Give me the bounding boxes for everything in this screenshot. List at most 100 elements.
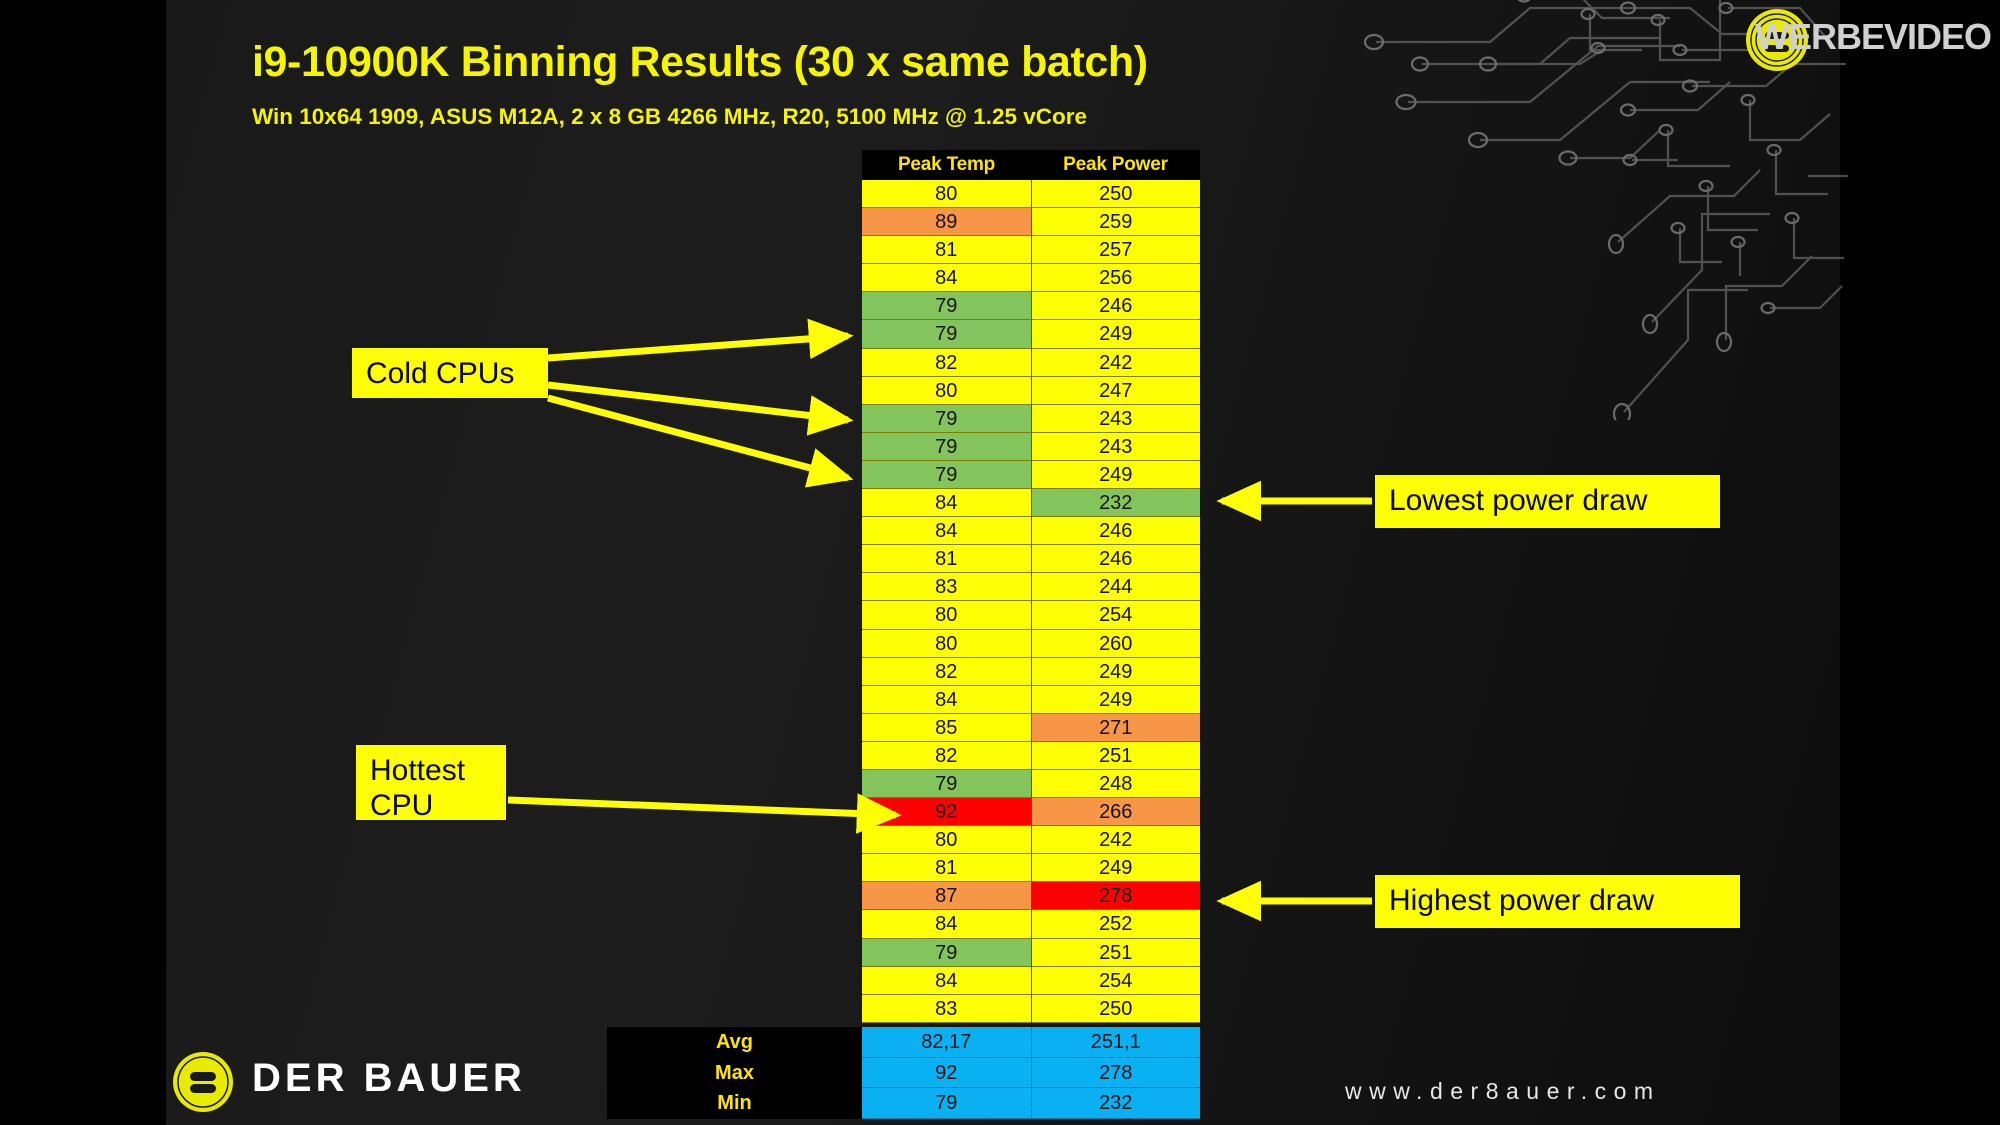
cell-peak-temp: 80: [862, 601, 1032, 630]
cell-peak-power: 260: [1031, 629, 1200, 658]
table-row: 82 242: [862, 348, 1200, 377]
cell-peak-power: 249: [1031, 685, 1200, 714]
table-row: 79 243: [862, 432, 1200, 461]
cell-peak-temp: 79: [862, 292, 1032, 321]
column-header-peak-power: Peak Power: [1063, 154, 1168, 175]
cell-peak-power: 243: [1031, 432, 1200, 461]
cell-peak-temp: 79: [862, 432, 1032, 461]
table-row: 80 254: [862, 601, 1200, 630]
table-row: 87 278: [862, 882, 1200, 911]
table-row: 80 242: [862, 826, 1200, 855]
cell-peak-power: 249: [1031, 320, 1200, 349]
summary-peak-temp: 92: [862, 1057, 1032, 1088]
cell-peak-temp: 84: [862, 517, 1032, 546]
summary-table: Avg 82,17 251,1 Max 92 278 Min 79 232: [607, 1027, 1200, 1119]
table-row: 79 249: [862, 320, 1200, 349]
table-row: 84 252: [862, 910, 1200, 939]
cell-peak-power: 254: [1031, 966, 1200, 995]
callout-highest-power-draw: Highest power draw: [1375, 875, 1740, 928]
cell-peak-power: 248: [1031, 769, 1200, 799]
slide-root: i9-10900K Binning Results (30 x same bat…: [0, 0, 2000, 1125]
callout-lowest-power-draw: Lowest power draw: [1375, 475, 1720, 528]
derbauer-logo-icon: [173, 1052, 233, 1112]
table-row: 81 257: [862, 236, 1200, 265]
cell-peak-temp: 80: [862, 180, 1032, 209]
table-row: 80 260: [862, 629, 1200, 658]
table-row: 84 254: [862, 966, 1200, 995]
table-header-row: Peak Temp Peak Power: [862, 150, 1200, 180]
table-row: 79 246: [862, 292, 1200, 321]
callout-hottest-cpu: Hottest CPU: [356, 745, 506, 823]
table-row: 84 232: [862, 489, 1200, 518]
summary-label: Max: [607, 1057, 862, 1088]
cell-peak-temp: 79: [862, 404, 1032, 433]
summary-label: Avg: [607, 1027, 862, 1058]
table-row: 92 266: [862, 798, 1200, 827]
summary-row: Max 92 278: [607, 1057, 1200, 1088]
callout-cold-cpus: Cold CPUs: [352, 348, 548, 398]
table-row: 85 271: [862, 713, 1200, 742]
cell-peak-power: 244: [1031, 573, 1200, 602]
table-row: 83 250: [862, 994, 1200, 1023]
table-row: 89 259: [862, 208, 1200, 237]
page-title: i9-10900K Binning Results (30 x same bat…: [252, 38, 1148, 86]
cell-peak-power: 256: [1031, 264, 1200, 293]
cell-peak-temp: 81: [862, 545, 1032, 574]
cell-peak-temp: 82: [862, 657, 1032, 686]
summary-peak-power: 251,1: [1031, 1027, 1200, 1058]
table-body: 80 250 89 259 81 257 84 256 79 246 79 249 82 242 80 247…: [862, 180, 1200, 1023]
cell-peak-power: 249: [1031, 460, 1200, 490]
cell-peak-power: 251: [1031, 741, 1200, 770]
cell-peak-temp: 84: [862, 264, 1032, 293]
summary-row: Avg 82,17 251,1: [607, 1027, 1200, 1058]
cell-peak-temp: 80: [862, 376, 1032, 405]
cell-peak-temp: 83: [862, 573, 1032, 602]
derbauer-logo-text: DER BAUER: [252, 1056, 526, 1100]
cell-peak-temp: 81: [862, 236, 1032, 265]
cell-peak-temp: 84: [862, 489, 1032, 518]
table-row: 84 256: [862, 264, 1200, 293]
summary-peak-power: 232: [1031, 1088, 1200, 1119]
summary-peak-temp: 79: [862, 1088, 1032, 1119]
cell-peak-temp: 79: [862, 769, 1032, 799]
table-row: 79 248: [862, 769, 1200, 799]
cell-peak-power: 246: [1031, 517, 1200, 546]
summary-peak-power: 278: [1031, 1057, 1200, 1088]
cell-peak-power: 254: [1031, 601, 1200, 630]
table-row: 80 250: [862, 180, 1200, 209]
cell-peak-temp: 79: [862, 320, 1032, 349]
table-row: 79 249: [862, 460, 1200, 490]
summary-label: Min: [607, 1088, 862, 1119]
cell-peak-temp: 80: [862, 826, 1032, 855]
cell-peak-temp: 82: [862, 741, 1032, 770]
cell-peak-power: 247: [1031, 376, 1200, 405]
table-row: 79 243: [862, 404, 1200, 433]
cell-peak-power: 251: [1031, 938, 1200, 967]
cell-peak-temp: 79: [862, 460, 1032, 490]
cell-peak-power: 259: [1031, 208, 1200, 237]
cell-peak-temp: 83: [862, 994, 1032, 1023]
binning-results-table: Peak Temp Peak Power 80 250 89 259 81 257 84 25…: [862, 150, 1200, 1023]
cell-peak-power: 246: [1031, 292, 1200, 321]
cell-peak-power: 242: [1031, 348, 1200, 377]
table-row: 81 249: [862, 854, 1200, 883]
website-url: www.der8auer.com: [1345, 1078, 1661, 1104]
cell-peak-temp: 80: [862, 629, 1032, 658]
cell-peak-power: 250: [1031, 180, 1200, 209]
cell-peak-power: 250: [1031, 994, 1200, 1023]
cell-peak-temp: 85: [862, 713, 1032, 742]
cell-peak-power: 271: [1031, 713, 1200, 742]
cell-peak-power: 252: [1031, 910, 1200, 939]
callout-hottest-line2: CPU: [370, 789, 434, 823]
cell-peak-temp: 92: [862, 798, 1032, 827]
summary-peak-temp: 82,17: [862, 1027, 1032, 1058]
table-row: 83 244: [862, 573, 1200, 602]
cell-peak-power: 266: [1031, 798, 1200, 827]
column-header-peak-temp: Peak Temp: [897, 154, 996, 175]
summary-row: Min 79 232: [607, 1088, 1200, 1119]
cell-peak-temp: 79: [862, 938, 1032, 967]
table-row: 82 249: [862, 657, 1200, 686]
cell-peak-temp: 84: [862, 685, 1032, 714]
cell-peak-power: 243: [1031, 404, 1200, 433]
table-row: 80 247: [862, 376, 1200, 405]
